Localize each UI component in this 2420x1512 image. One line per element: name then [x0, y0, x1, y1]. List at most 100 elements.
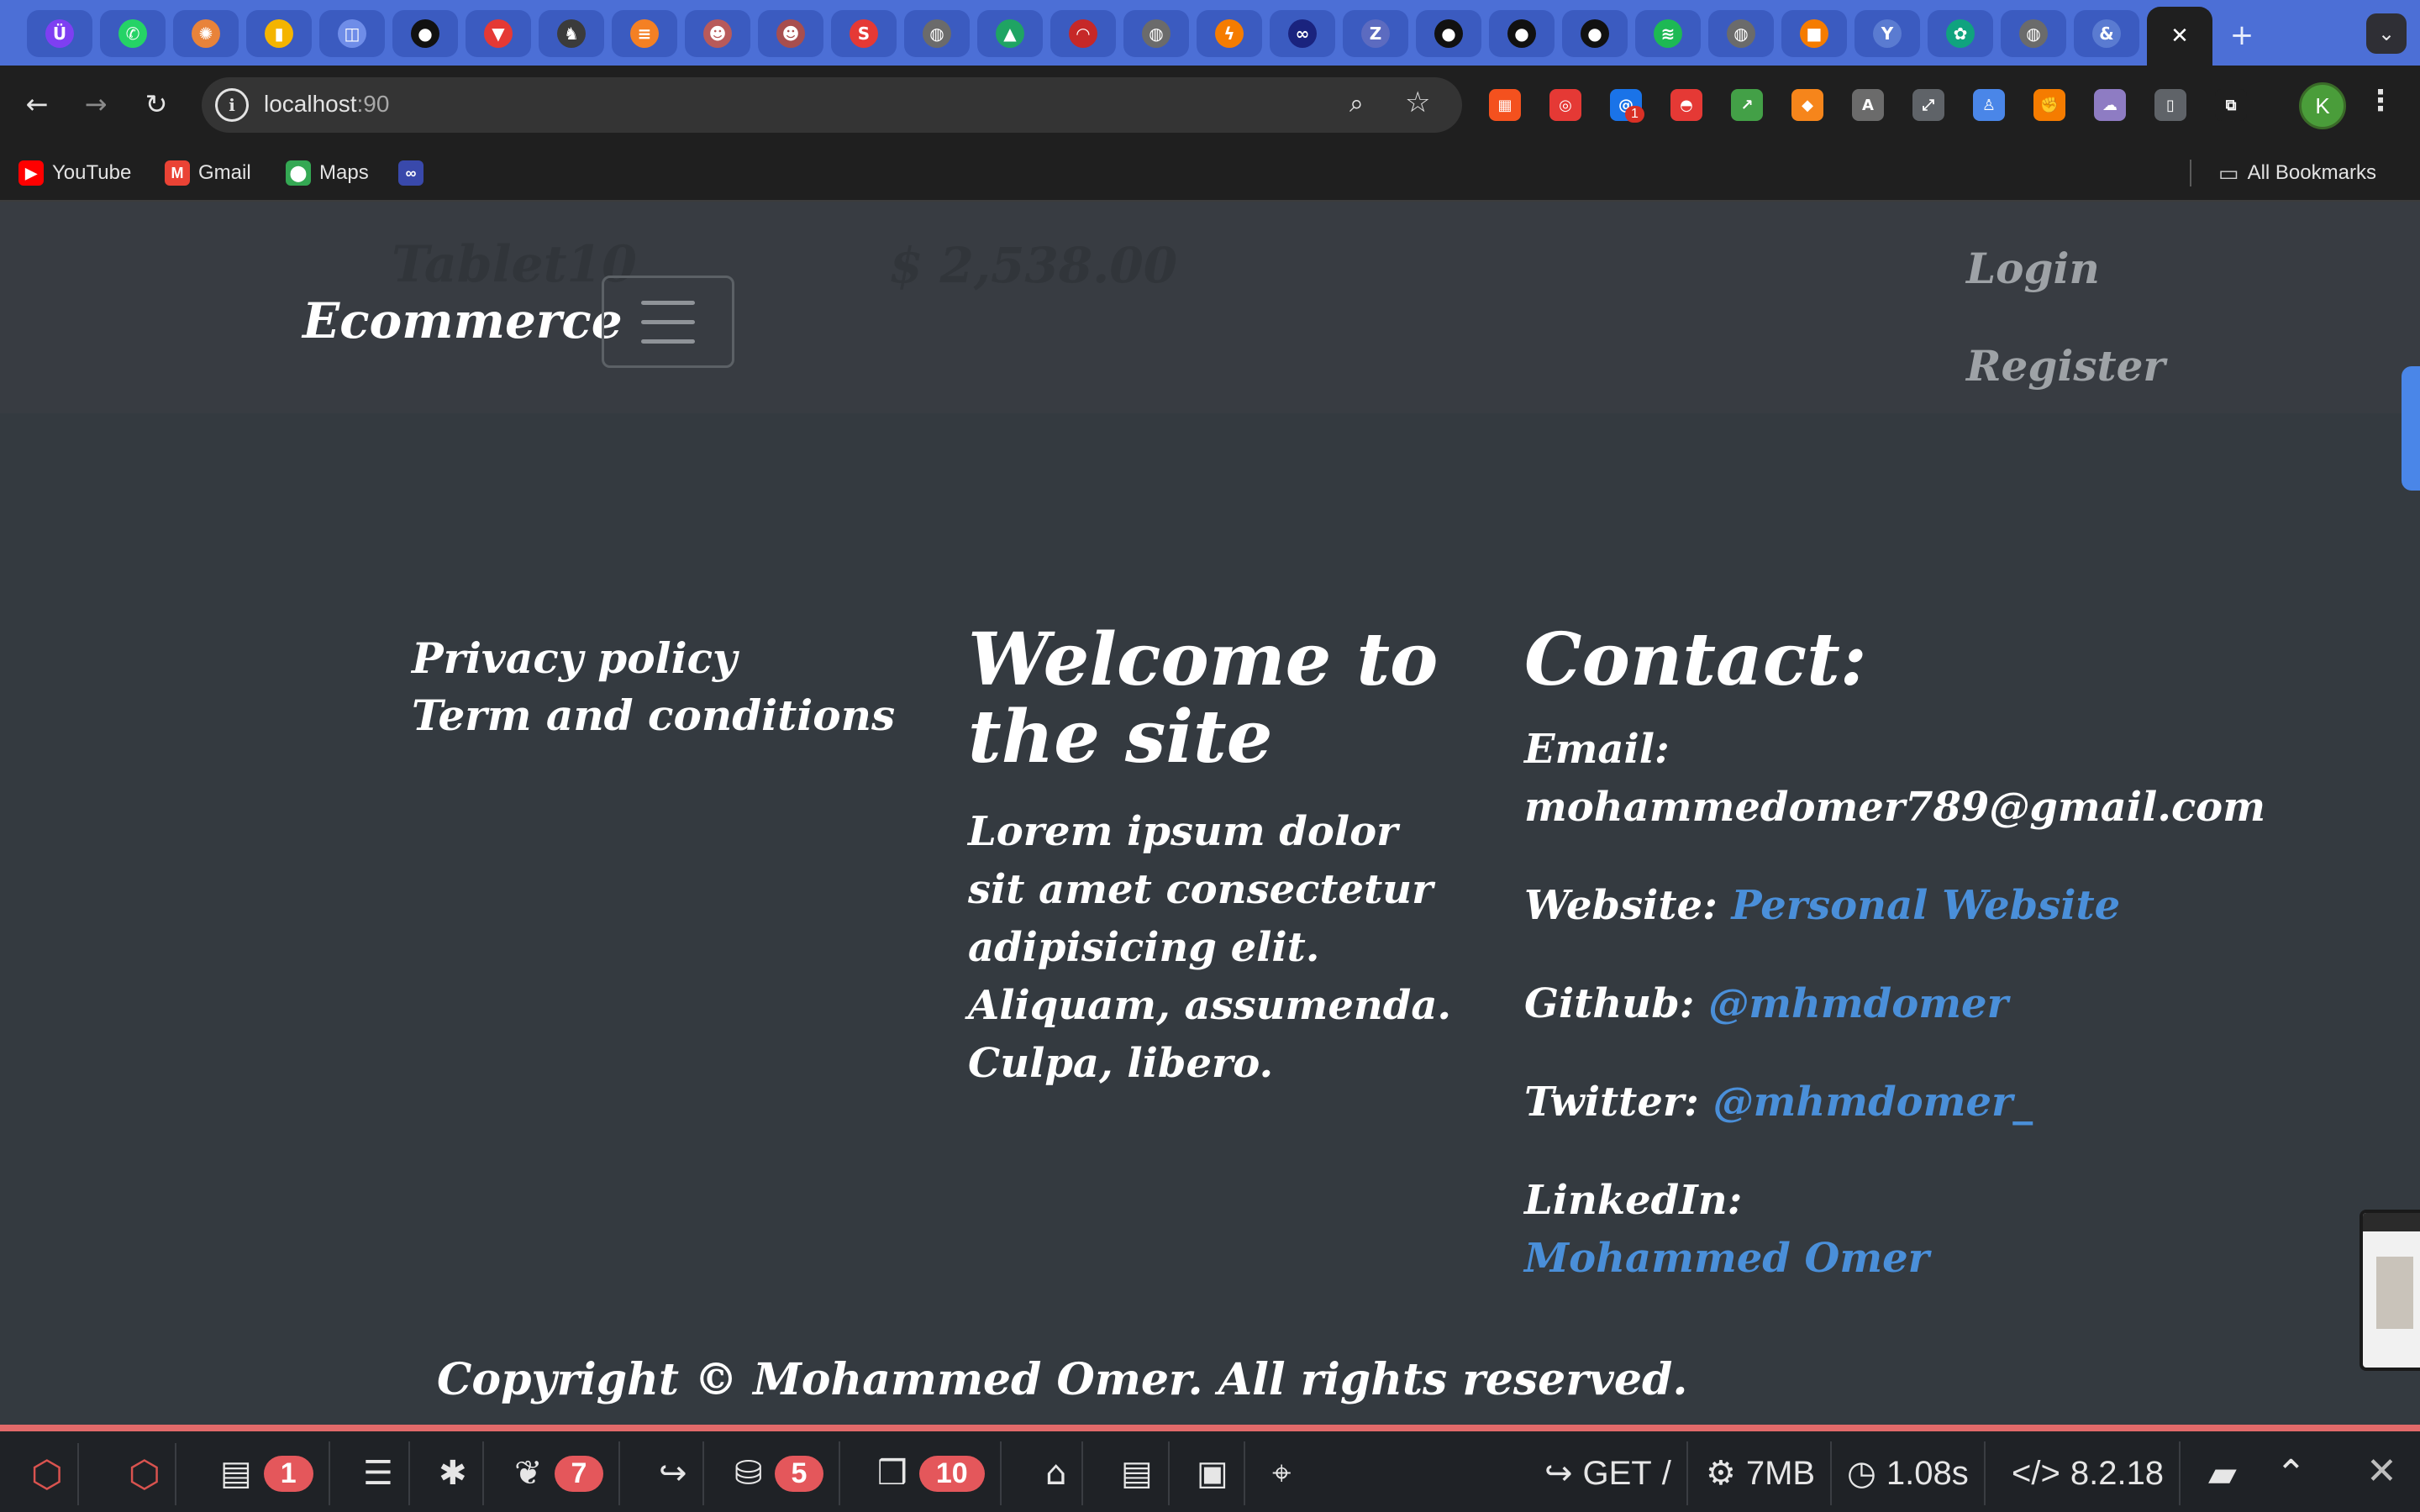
github-link[interactable]: @mhmdomer [1708, 980, 2008, 1027]
github-icon: ● [1434, 19, 1463, 48]
browser-tab[interactable]: ◠ [1050, 10, 1116, 57]
debugbar-memory[interactable]: ⚙ 7MB [1691, 1441, 1833, 1505]
bookmark-item[interactable]: ▶ YouTube [18, 156, 131, 190]
debugbar-gate-tab[interactable]: ▤ [1106, 1441, 1170, 1505]
debugbar-route-tab[interactable]: ↪ [644, 1441, 704, 1505]
chart-growth-icon[interactable]: ↗ [1731, 89, 1763, 121]
browser-tab[interactable]: ◍ [904, 10, 970, 57]
browser-tab[interactable]: & [2074, 10, 2139, 57]
browser-tab[interactable]: ◫ [319, 10, 385, 57]
spotify-icon: ≋ [1654, 19, 1682, 48]
login-link[interactable]: Login [1966, 244, 2100, 293]
bookmark-star-icon[interactable]: ☆ [1405, 86, 1430, 119]
bookmark-item[interactable]: ⬤ Maps [286, 156, 369, 190]
tab-search-button[interactable]: ⌄ [2366, 13, 2407, 54]
browser-tab[interactable]: Ü [27, 10, 92, 57]
elephant-icon: ♞ [557, 19, 586, 48]
browser-tab[interactable]: ☻ [758, 10, 823, 57]
ghost-icon[interactable]: ☁ [2094, 89, 2126, 121]
metamask-fox-icon[interactable]: ◆ [1791, 89, 1823, 121]
privacy-policy-link[interactable]: Privacy policy [412, 630, 895, 687]
memory-usage: 7MB [1745, 1454, 1816, 1492]
bookmark-item[interactable]: M Gmail [165, 156, 251, 190]
navbar-brand[interactable]: Ecommerce [302, 292, 623, 349]
reload-icon[interactable]: ↻ [133, 81, 180, 128]
address-bar[interactable]: i localhost:90 ⌕ ☆ [202, 77, 1462, 133]
linkedin-link[interactable]: Mohammed Omer [1524, 1235, 1929, 1282]
extension-person-icon[interactable]: ♙ [1973, 89, 2005, 121]
terms-link[interactable]: Term and conditions [412, 687, 895, 744]
profile-avatar[interactable]: K [2299, 82, 2346, 129]
browser-tab[interactable]: ◍ [2001, 10, 2066, 57]
browser-tab[interactable]: ϟ [1197, 10, 1262, 57]
mouse-icon[interactable]: ▯ [2154, 89, 2186, 121]
browser-tab[interactable]: ✆ [100, 10, 166, 57]
browser-tab[interactable]: Z [1343, 10, 1408, 57]
active-tab[interactable]: ✕ [2147, 7, 2212, 66]
github-icon: ● [411, 19, 439, 48]
browser-tab[interactable]: ✺ [173, 10, 239, 57]
browser-tab[interactable]: Y [1854, 10, 1920, 57]
messages-badge: 1 [263, 1455, 313, 1492]
browser-tab[interactable]: ✿ [1928, 10, 1993, 57]
website-link[interactable]: Personal Website [1732, 882, 2121, 929]
browser-tab[interactable]: ☻ [685, 10, 750, 57]
fullscreen-icon[interactable]: ⤢ [1912, 89, 1944, 121]
site-info-icon[interactable]: i [215, 88, 249, 122]
picture-in-picture-thumbnail[interactable] [2360, 1210, 2420, 1371]
all-bookmarks-button[interactable]: ▭ All Bookmarks [2218, 156, 2376, 190]
debugbar-request-info[interactable]: ↪ GET / [1529, 1441, 1688, 1505]
laravel-logo-icon[interactable]: ⬡ [17, 1443, 79, 1505]
browser-tab[interactable]: ■ [1781, 10, 1847, 57]
twitter-link[interactable]: @mhmdomer_ [1713, 1079, 2033, 1126]
forward-icon[interactable]: → [72, 81, 119, 128]
extension-layout-icon[interactable]: ▦ [1489, 89, 1521, 121]
close-tab-icon[interactable]: ✕ [2165, 22, 2194, 50]
debugbar-queries-tab[interactable]: ⛁ 5 [719, 1441, 841, 1505]
browser-tab[interactable]: ▼ [466, 10, 531, 57]
debugbar-views-tab[interactable]: ❦ 7 [499, 1441, 621, 1505]
debugbar-time[interactable]: ◷ 1.08s [1832, 1441, 1986, 1505]
browser-tab[interactable]: ● [1416, 10, 1481, 57]
browser-tab[interactable]: ◍ [1708, 10, 1774, 57]
register-link[interactable]: Register [1966, 341, 2165, 391]
laravel-logo-icon[interactable]: ⬡ [114, 1443, 176, 1505]
debugbar-models-tab[interactable]: ❒ 10 [862, 1441, 1002, 1505]
pokeball-icon[interactable]: ◓ [1670, 89, 1702, 121]
browser-tab[interactable]: ● [1489, 10, 1555, 57]
close-debugbar-icon[interactable]: ✕ [2366, 1450, 2397, 1493]
debugbar-php-version[interactable]: </> 8.2.18 [1996, 1441, 2181, 1505]
browser-tab[interactable]: ● [392, 10, 458, 57]
debugbar-timeline-tab[interactable]: ☰ [348, 1441, 410, 1505]
browser-tab[interactable]: ▮ [246, 10, 312, 57]
debugbar: ⬡ ⬡ ▤ 1 ☰ ✱ ❦ 7 ↪ ⛁ 5 ❒ 10 ⌂ ▤ ▣ ⌖ ↪ GET… [0, 1425, 2420, 1512]
bookmark-item[interactable]: ∞ [398, 156, 424, 190]
browser-tab[interactable]: ∞ [1270, 10, 1335, 57]
open-storage-button[interactable]: ▰ [2193, 1441, 2252, 1505]
puzzle-icon[interactable]: ⧉ [2215, 89, 2247, 121]
browser-tab[interactable]: ▲ [977, 10, 1043, 57]
navbar-toggler-button[interactable] [602, 276, 734, 368]
fist-icon[interactable]: ✊ [2033, 89, 2065, 121]
debugbar-mails-tab[interactable]: ⌂ [1030, 1441, 1084, 1505]
browser-tab[interactable]: ● [1562, 10, 1628, 57]
menu-icon[interactable]: ⋮ [2366, 84, 2395, 118]
debugbar-session-tab[interactable]: ▣ [1181, 1441, 1245, 1505]
side-panel-handle[interactable] [2402, 366, 2420, 491]
debugbar-messages-tab[interactable]: ▤ 1 [205, 1441, 330, 1505]
new-tab-button[interactable]: + [2222, 15, 2262, 55]
debugbar-exceptions-tab[interactable]: ✱ [424, 1441, 484, 1505]
back-icon[interactable]: ← [13, 81, 60, 128]
browser-tab[interactable]: ≋ [1635, 10, 1701, 57]
maximize-debugbar-button[interactable]: ⌃ [2260, 1441, 2322, 1505]
extension-a-icon[interactable]: A [1852, 89, 1884, 121]
browser-tab[interactable]: ≡ [612, 10, 677, 57]
zoom-icon[interactable]: ⌕ [1349, 89, 1364, 118]
extension-search-icon[interactable]: ◎ [1549, 89, 1581, 121]
gmail-icon: M [165, 160, 190, 186]
url-text[interactable]: localhost:90 [264, 91, 389, 118]
debugbar-request-tab[interactable]: ⌖ [1257, 1441, 1307, 1505]
browser-tab[interactable]: S [831, 10, 897, 57]
browser-tab[interactable]: ♞ [539, 10, 604, 57]
browser-tab[interactable]: ◍ [1123, 10, 1189, 57]
